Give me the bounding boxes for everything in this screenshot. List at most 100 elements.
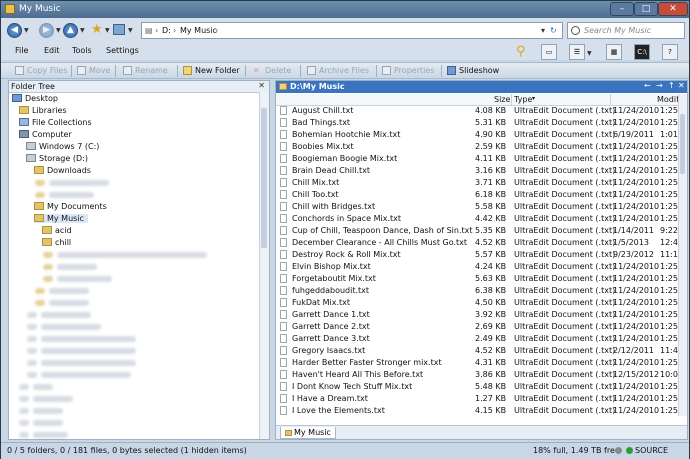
close-button[interactable]: ✕	[658, 2, 688, 16]
address-segment-folder[interactable]: My Music	[180, 26, 217, 35]
column-date[interactable]: Modif	[657, 95, 679, 104]
address-separator-icon[interactable]: ›	[155, 26, 158, 35]
file-row[interactable]: Gregory Isaacs.txt 4.52 KB UltraEdit Docum…	[276, 345, 683, 357]
delete-button[interactable]: Delete	[265, 66, 291, 75]
move-button[interactable]: Move	[89, 66, 110, 75]
file-row[interactable]: Bad Things.txt 5.31 KB UltraEdit Document …	[276, 117, 678, 129]
file-row[interactable]: Haven't Heard All This Before.txt 3.86 KB…	[276, 369, 683, 381]
new-folder-button[interactable]: New Folder	[195, 66, 240, 75]
column-type[interactable]: Type	[514, 95, 532, 104]
file-row[interactable]: Conchords in Space Mix.txt 4.42 KB UltraEd…	[276, 213, 678, 225]
tree-node-storage[interactable]: Storage (D:)	[26, 154, 88, 163]
menu-file[interactable]: File	[15, 46, 28, 55]
file-row[interactable]: Bohemian Hootchie Mix.txt 4.90 KB UltraEdi…	[276, 129, 678, 141]
menu-edit[interactable]: Edit	[44, 46, 60, 55]
tree-node-libraries[interactable]: Libraries	[19, 106, 67, 115]
scrollbar-thumb[interactable]	[261, 108, 267, 248]
menu-tools[interactable]: Tools	[72, 46, 92, 55]
address-dropdown-chevron-icon[interactable]: ▾	[541, 26, 545, 35]
file-row[interactable]: Forgetaboutit Mix.txt 5.63 KB UltraEdit Do…	[276, 273, 678, 285]
tree-node-windows7[interactable]: Windows 7 (C:)	[26, 142, 99, 151]
file-row[interactable]: I Have a Dream.txt 1.27 KB UltraEdit Docum…	[276, 393, 678, 405]
copy-files-button[interactable]: Copy Files	[27, 66, 67, 75]
file-row[interactable]: Chill Mix.txt 3.71 KB UltraEdit Document (…	[276, 177, 678, 189]
archive-files-button[interactable]: Archive Files	[319, 66, 369, 75]
file-row[interactable]: Boogieman Boogie Mix.txt 4.11 KB UltraEdit…	[276, 153, 678, 165]
favorites-chevron-icon[interactable]: ▼	[105, 27, 110, 34]
file-row[interactable]: FukDat Mix.txt 4.50 KB UltraEdit Document …	[276, 297, 678, 309]
search-magnifier-icon[interactable]: ⚲	[516, 44, 526, 59]
tree-node-my-music[interactable]: My Music	[34, 214, 88, 223]
column-size[interactable]: Size	[494, 95, 510, 104]
address-bar[interactable]: ▤ › D: › My Music › ▾ ↻	[141, 22, 563, 39]
layout-icon[interactable]: ▦	[606, 44, 622, 60]
properties-button[interactable]: Properties	[394, 66, 434, 75]
scrollbar-thumb[interactable]	[680, 114, 685, 174]
file-date: 11/24/2010	[613, 310, 660, 319]
title-bar[interactable]: My Music – □ ✕	[1, 1, 689, 18]
drives-chevron-icon[interactable]: ▼	[128, 27, 133, 34]
address-segment-drive[interactable]: D:	[162, 26, 171, 35]
up-chevron-icon[interactable]: ▼	[80, 27, 85, 34]
pane-forward-arrow-icon[interactable]: →	[656, 81, 663, 90]
file-row[interactable]: Destroy Rock & Roll Mix.txt 5.57 KB UltraE…	[276, 249, 683, 261]
pane-back-arrow-icon[interactable]: ←	[644, 81, 651, 90]
refresh-icon[interactable]: ↻	[550, 26, 557, 35]
forward-arrow-icon[interactable]: ▶	[39, 23, 54, 38]
search-box[interactable]: Search My Music	[567, 22, 685, 39]
tab-my-music[interactable]: My Music	[280, 427, 336, 439]
address-separator-icon[interactable]: ›	[173, 26, 176, 35]
file-row[interactable]: Garrett Dance 2.txt 2.69 KB UltraEdit Docu…	[276, 321, 678, 333]
menu-settings[interactable]: Settings	[106, 46, 139, 55]
blurred-folder-icon	[35, 300, 45, 306]
file-row[interactable]: fuhgeddaboudit.txt 6.38 KB UltraEdit Docum…	[276, 285, 678, 297]
close-panel-icon[interactable]: ✕	[258, 81, 265, 90]
text-document-icon	[280, 274, 287, 283]
file-row[interactable]: Chill with Bridges.txt 5.58 KB UltraEdit D…	[276, 201, 678, 213]
address-separator-icon[interactable]: ›	[215, 26, 218, 35]
slideshow-button[interactable]: Slideshow	[459, 66, 499, 75]
tree-node-computer[interactable]: Computer	[19, 130, 72, 139]
rename-button[interactable]: Rename	[135, 66, 168, 75]
file-row[interactable]: Boobies Mix.txt 2.59 KB UltraEdit Document…	[276, 141, 678, 153]
pane-toggle-icon[interactable]: ▭	[541, 44, 557, 60]
column-divider[interactable]	[511, 94, 512, 105]
file-row[interactable]: Garrett Dance 1.txt 3.92 KB UltraEdit Docu…	[276, 309, 678, 321]
tree-node-chill[interactable]: chill	[42, 238, 71, 247]
favorites-star-icon[interactable]: ★	[91, 22, 103, 37]
drives-icon[interactable]	[113, 24, 125, 35]
file-row[interactable]: Cup of Chill, Teaspoon Dance, Dash of Si…	[276, 225, 678, 237]
file-row[interactable]: I Love the Elements.txt 4.15 KB UltraEdit …	[276, 405, 678, 417]
back-arrow-icon[interactable]: ◀	[7, 23, 22, 38]
file-list-scrollbar[interactable]	[678, 94, 687, 416]
minimize-button[interactable]: –	[610, 2, 634, 16]
tree-node-acid[interactable]: acid	[42, 226, 72, 235]
file-time: 1:25	[660, 202, 678, 211]
folder-tree-scrollbar[interactable]	[259, 92, 269, 439]
file-row[interactable]: Garrett Dance 3.txt 2.49 KB UltraEdit Docu…	[276, 333, 678, 345]
file-row[interactable]: Brain Dead Chill.txt 3.16 KB UltraEdit Doc…	[276, 165, 678, 177]
pane-up-arrow-icon[interactable]: ↑	[668, 81, 675, 90]
pane-close-icon[interactable]: ✕	[678, 81, 685, 90]
file-row[interactable]: Elvin Bishop Mix.txt 4.24 KB UltraEdit Doc…	[276, 261, 678, 273]
tree-node-downloads[interactable]: Downloads	[34, 166, 91, 175]
tree-node-desktop[interactable]: Desktop	[12, 94, 58, 103]
tree-node-my-documents[interactable]: My Documents	[34, 202, 107, 211]
file-row[interactable]: Harder Better Faster Stronger mix.txt 4.3…	[276, 357, 678, 369]
maximize-button[interactable]: □	[634, 2, 658, 16]
forward-history-chevron-icon[interactable]: ▼	[56, 27, 61, 34]
file-row[interactable]: August Chill.txt 4.08 KB UltraEdit Documen…	[276, 105, 678, 117]
file-row[interactable]: December Clearance - All Chills Must Go.…	[276, 237, 683, 249]
back-history-chevron-icon[interactable]: ▼	[24, 27, 29, 34]
file-type: UltraEdit Document (.txt)	[514, 118, 616, 127]
help-icon[interactable]: ?	[662, 44, 678, 60]
up-folder-icon[interactable]: ▲	[63, 23, 78, 38]
view-mode-chevron-icon[interactable]: ▼	[587, 50, 592, 57]
slideshow-icon	[447, 66, 456, 75]
view-mode-icon[interactable]: ☰	[569, 44, 585, 60]
column-divider[interactable]	[610, 94, 611, 105]
tree-node-file-collections[interactable]: File Collections	[19, 118, 92, 127]
file-row[interactable]: I Dont Know Tech Stuff Mix.txt 5.48 KB Ult…	[276, 381, 678, 393]
file-row[interactable]: Chill Too.txt 6.18 KB UltraEdit Document (…	[276, 189, 678, 201]
command-prompt-icon[interactable]: C:\	[634, 44, 650, 60]
